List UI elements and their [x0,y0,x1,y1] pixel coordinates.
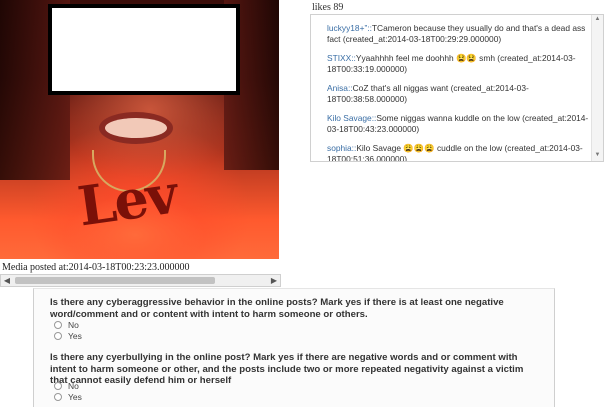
media-posted-at: Media posted at:2014-03-18T00:23:23.0000… [2,262,190,273]
q2-option-yes[interactable]: Yes [54,392,82,402]
photo-mouth [105,118,167,138]
option-label: Yes [68,392,82,402]
scroll-right-arrow-icon[interactable]: ▶ [268,275,280,286]
radio-icon[interactable] [54,382,62,390]
radio-icon[interactable] [54,393,62,401]
scroll-up-arrow-icon[interactable]: ▲ [593,15,602,24]
face-redaction-box [48,4,240,95]
radio-icon[interactable] [54,332,62,340]
question-cyberbullying: Is there any cyerbullying in the online … [50,352,524,386]
comment-item: Anisa::CoZ that's all niggas want (creat… [327,83,589,105]
q2-option-no[interactable]: No [54,381,79,391]
comments-list: luckyy18+”::TCameron because they usuall… [327,23,589,162]
option-label: Yes [68,331,82,341]
option-label: No [68,381,79,391]
comment-user: sophia:: [327,143,357,153]
photo-shirt-text: Lev [74,161,180,239]
comment-text: Kilo Savage 😩😩😩 cuddle on the low (creat… [327,143,583,162]
q1-option-yes[interactable]: Yes [54,331,82,341]
comment-item: Kilo Savage::Some niggas wanna kuddle on… [327,113,589,135]
survey-panel: Is there any cyberaggressive behavior in… [33,288,555,407]
question-cyberaggression: Is there any cyberaggressive behavior in… [50,297,504,320]
radio-icon[interactable] [54,321,62,329]
media-photo: Lev [0,0,279,259]
likes-count: likes 89 [312,2,344,13]
comments-vertical-scrollbar[interactable]: ▲ ▼ [591,15,603,161]
horizontal-scrollbar[interactable]: ◀ ▶ [0,274,281,287]
scroll-down-arrow-icon[interactable]: ▼ [593,151,602,160]
comment-item: sophia::Kilo Savage 😩😩😩 cuddle on the lo… [327,143,589,162]
comment-user: Anisa:: [327,83,353,93]
comment-user: Kilo Savage:: [327,113,377,123]
scrollbar-thumb[interactable] [15,277,215,284]
q1-option-no[interactable]: No [54,320,79,330]
scroll-left-arrow-icon[interactable]: ◀ [1,275,13,286]
option-label: No [68,320,79,330]
comment-user: luckyy18+”:: [327,23,372,33]
comment-text: CoZ that's all niggas want (created_at:2… [327,83,529,104]
comment-text: Yyaahhhh feel me doohhh 😫😫 smh (created_… [327,53,576,74]
comment-user: STIXX:: [327,53,356,63]
comments-panel: luckyy18+”::TCameron because they usuall… [310,14,604,162]
comment-item: STIXX::Yyaahhhh feel me doohhh 😫😫 smh (c… [327,53,589,75]
comment-item: luckyy18+”::TCameron because they usuall… [327,23,589,45]
